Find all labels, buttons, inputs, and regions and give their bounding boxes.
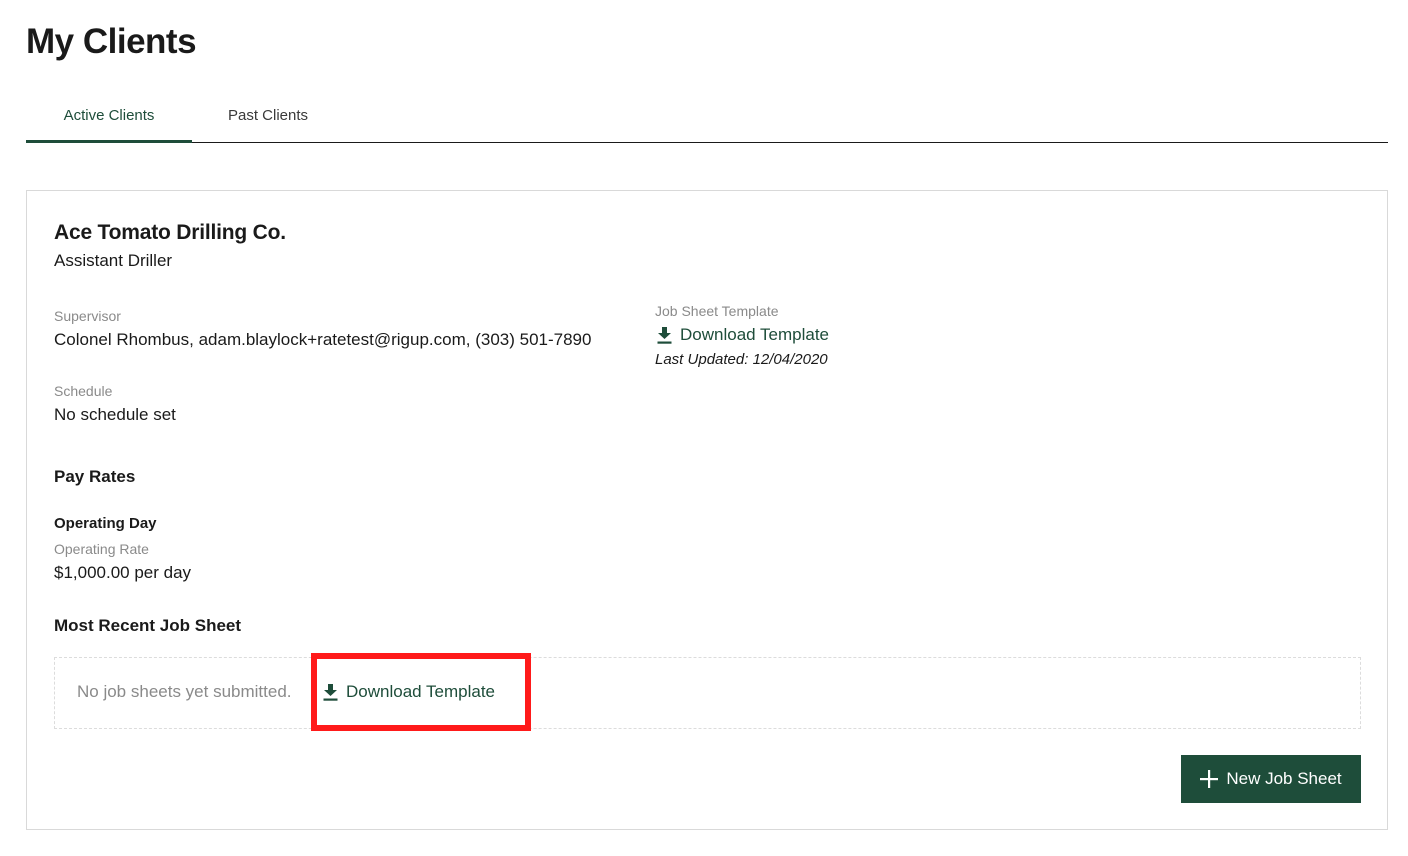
- operating-rate-value: $1,000.00 per day: [54, 563, 192, 582]
- most-recent-job-sheet-title: Most Recent Job Sheet: [54, 616, 242, 635]
- pay-rates-title: Pay Rates: [54, 467, 136, 486]
- job-sheet-template-label: Job Sheet Template: [655, 303, 779, 319]
- empty-state-download-template-link[interactable]: Download Template: [323, 682, 495, 702]
- pay-rate-name: Operating Day: [54, 515, 157, 532]
- empty-state-download-label: Download Template: [346, 682, 495, 701]
- download-icon: [657, 326, 672, 344]
- schedule-label: Schedule: [54, 383, 113, 399]
- client-role: Assistant Driller: [54, 251, 173, 270]
- schedule-value: No schedule set: [54, 405, 176, 424]
- empty-state-text: No job sheets yet submitted.: [77, 682, 292, 701]
- plus-icon: [1200, 770, 1219, 788]
- download-template-link[interactable]: Download Template: [657, 325, 829, 345]
- client-tabs: Active Clients Past Clients: [26, 96, 1388, 143]
- job-sheet-empty-state: No job sheets yet submitted. Download Te…: [54, 653, 1361, 731]
- template-last-updated: Last Updated: 12/04/2020: [655, 351, 828, 368]
- supervisor-value: Colonel Rhombus, adam.blaylock+ratetest@…: [54, 330, 592, 349]
- tab-past-clients[interactable]: Past Clients: [192, 96, 344, 143]
- operating-rate-label: Operating Rate: [54, 541, 149, 557]
- page-title: My Clients: [26, 22, 197, 61]
- supervisor-label: Supervisor: [54, 308, 121, 324]
- download-icon: [323, 683, 338, 701]
- tab-active-clients[interactable]: Active Clients: [26, 96, 192, 143]
- new-job-sheet-label: New Job Sheet: [1226, 769, 1342, 788]
- new-job-sheet-button[interactable]: New Job Sheet: [1181, 755, 1361, 803]
- client-card: Ace Tomato Drilling Co. Assistant Drille…: [26, 190, 1388, 830]
- download-template-label: Download Template: [680, 325, 829, 344]
- client-company-name: Ace Tomato Drilling Co.: [54, 221, 286, 244]
